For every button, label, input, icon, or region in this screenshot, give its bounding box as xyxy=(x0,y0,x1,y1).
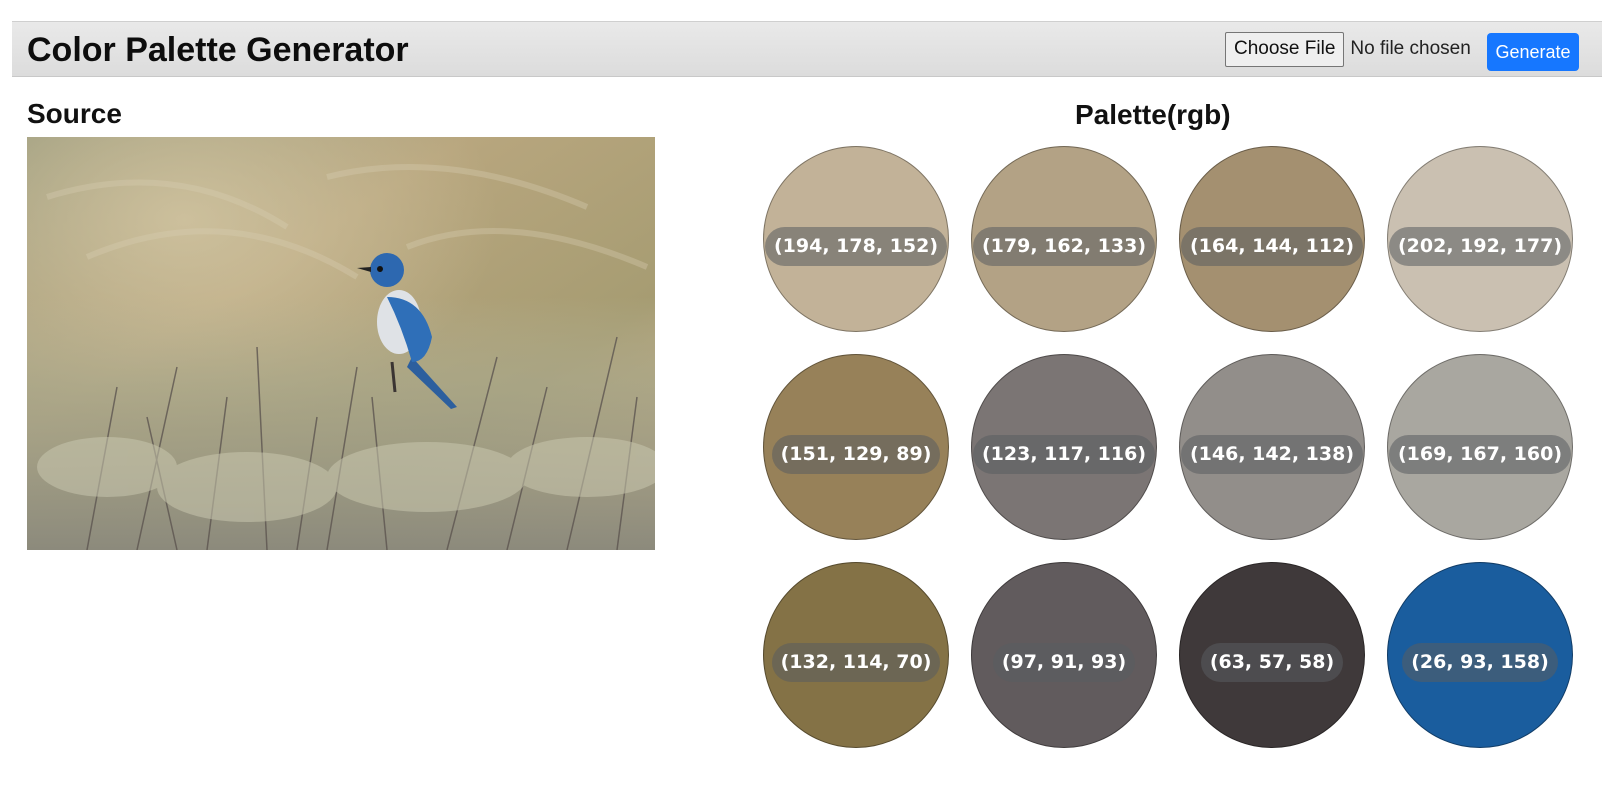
source-image xyxy=(27,137,655,550)
palette-swatch: (97, 91, 93) xyxy=(971,562,1157,748)
swatch-rgb-label: (132, 114, 70) xyxy=(771,642,941,682)
swatch-rgb-label: (194, 178, 152) xyxy=(764,226,947,266)
swatch-rgb-label: (202, 192, 177) xyxy=(1388,226,1571,266)
palette-swatch: (146, 142, 138) xyxy=(1179,354,1365,540)
swatch-rgb-label: (63, 57, 58) xyxy=(1200,642,1344,682)
file-input[interactable]: Choose File No file chosen xyxy=(1225,31,1471,67)
app-header: Color Palette Generator Choose File No f… xyxy=(12,21,1602,77)
swatch-rgb-label: (123, 117, 116) xyxy=(972,434,1155,474)
swatch-rgb-label: (151, 129, 89) xyxy=(771,434,941,474)
palette-swatch: (123, 117, 116) xyxy=(971,354,1157,540)
app-title: Color Palette Generator xyxy=(27,31,409,69)
swatch-rgb-label: (97, 91, 93) xyxy=(992,642,1136,682)
palette-swatch: (202, 192, 177) xyxy=(1387,146,1573,332)
swatch-rgb-label: (26, 93, 158) xyxy=(1402,642,1558,682)
palette-swatch: (132, 114, 70) xyxy=(763,562,949,748)
palette-swatch: (169, 167, 160) xyxy=(1387,354,1573,540)
generate-button[interactable]: Generate xyxy=(1487,33,1579,71)
file-status-text: No file chosen xyxy=(1350,38,1471,59)
swatch-rgb-label: (169, 167, 160) xyxy=(1388,434,1571,474)
choose-file-button[interactable]: Choose File xyxy=(1225,31,1345,67)
palette-swatch: (151, 129, 89) xyxy=(763,354,949,540)
source-heading: Source xyxy=(27,98,122,129)
swatch-rgb-label: (164, 144, 112) xyxy=(1180,226,1363,266)
swatch-rgb-label: (146, 142, 138) xyxy=(1180,434,1363,474)
palette-swatch: (194, 178, 152) xyxy=(763,146,949,332)
palette-swatch: (63, 57, 58) xyxy=(1179,562,1365,748)
swatch-rgb-label: (179, 162, 133) xyxy=(972,226,1155,266)
palette-swatch: (164, 144, 112) xyxy=(1179,146,1365,332)
palette-swatch: (26, 93, 158) xyxy=(1387,562,1573,748)
palette-heading: Palette(rgb) xyxy=(1075,99,1231,130)
palette-swatch: (179, 162, 133) xyxy=(971,146,1157,332)
